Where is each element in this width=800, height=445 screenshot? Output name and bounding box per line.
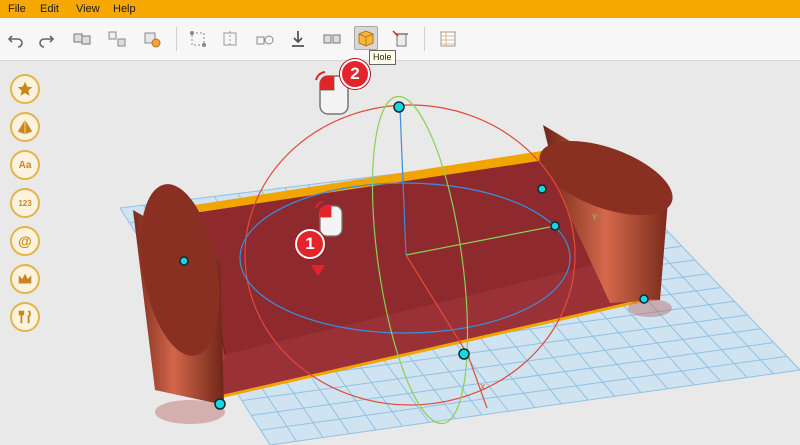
ungroup-button[interactable] xyxy=(105,27,129,51)
group-icon xyxy=(73,33,91,45)
menu-file[interactable]: File xyxy=(8,2,26,16)
handle-left-cylinder[interactable] xyxy=(179,256,189,266)
handle-right[interactable] xyxy=(550,221,560,231)
x-axis-label: X xyxy=(480,383,486,392)
group-button[interactable] xyxy=(70,27,94,51)
delete-icon xyxy=(392,30,408,47)
undo-icon xyxy=(7,35,23,48)
toolbar xyxy=(0,18,800,61)
ungroup-icon xyxy=(108,31,126,47)
mirror-icon xyxy=(223,31,237,47)
y-axis-label: Y xyxy=(592,213,598,222)
menu-bar: File Edit View Help xyxy=(0,0,800,18)
hole-icon xyxy=(358,30,374,47)
transform-icon xyxy=(190,31,206,47)
handle-bottom[interactable] xyxy=(458,348,470,360)
split-button[interactable] xyxy=(320,27,344,51)
step-badge-1: 1 xyxy=(295,229,325,259)
redo-button[interactable] xyxy=(34,27,58,51)
handle-right-bottom[interactable] xyxy=(639,294,649,304)
drop-icon xyxy=(292,31,304,47)
viewport-3d[interactable]: Y X xyxy=(0,61,800,445)
panel-button[interactable] xyxy=(436,27,460,51)
menu-help[interactable]: Help xyxy=(113,2,136,16)
redo-icon xyxy=(39,35,55,48)
handle-top[interactable] xyxy=(393,101,405,113)
mirror-button[interactable] xyxy=(218,27,242,51)
transform-button[interactable] xyxy=(186,27,210,51)
align-button[interactable] xyxy=(140,27,164,51)
drop-button[interactable] xyxy=(286,27,310,51)
hole-button[interactable] xyxy=(354,26,378,50)
menu-view[interactable]: View xyxy=(76,2,100,16)
delete-button[interactable] xyxy=(389,27,413,51)
step-badge-2: 2 xyxy=(340,59,370,89)
copy-icon xyxy=(256,35,274,45)
align-icon xyxy=(144,32,161,48)
handle-right-top[interactable] xyxy=(537,184,547,194)
handle-left-bottom[interactable] xyxy=(214,398,226,410)
copy-button[interactable] xyxy=(253,27,277,51)
split-icon xyxy=(323,34,341,44)
undo-button[interactable] xyxy=(4,27,28,51)
menu-edit[interactable]: Edit xyxy=(40,2,59,16)
panel-icon xyxy=(440,31,456,47)
